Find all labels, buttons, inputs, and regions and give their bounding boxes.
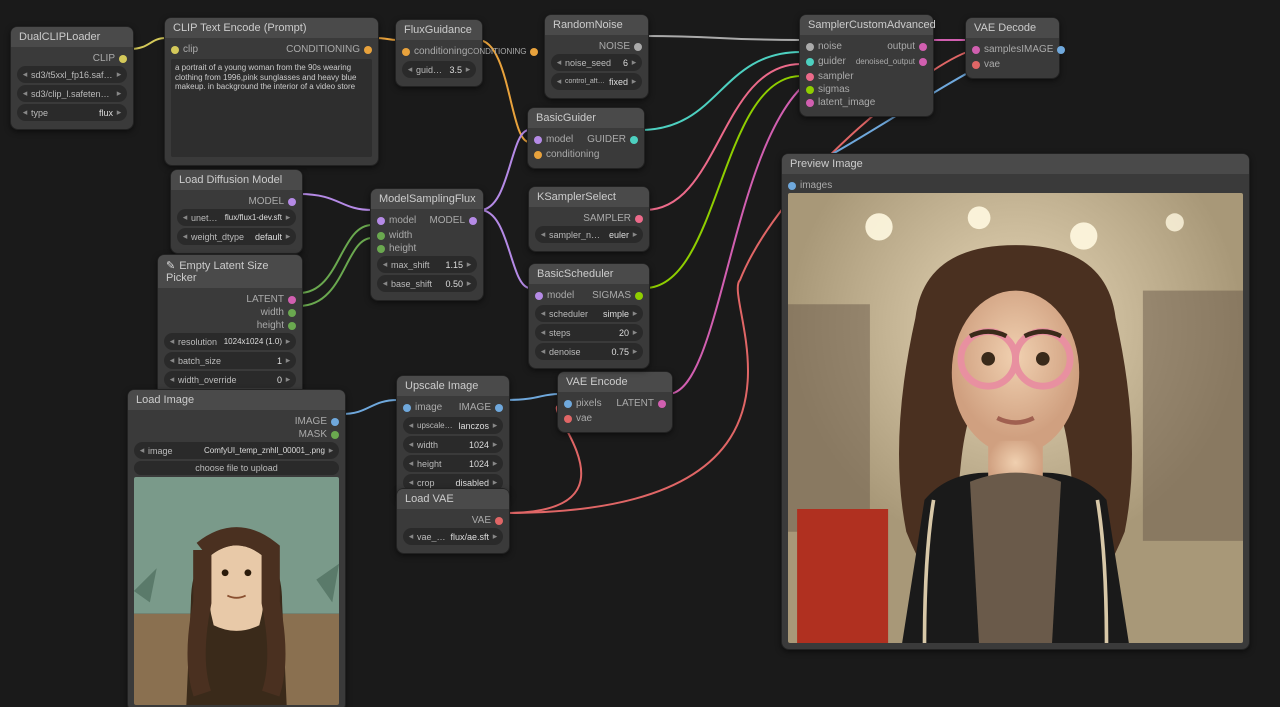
port-width[interactable]	[288, 309, 296, 317]
widget-seed[interactable]: ◂noise_seed6▸	[551, 54, 642, 71]
node-title: FluxGuidance	[396, 20, 482, 40]
port-image-in[interactable]	[403, 404, 411, 412]
widget-height[interactable]: ◂height1024▸	[403, 455, 503, 472]
port-sampler-out[interactable]	[635, 215, 643, 223]
port-latent-out[interactable]	[658, 400, 666, 408]
port-clip[interactable]	[119, 55, 127, 63]
node-basicguider[interactable]: BasicGuider model GUIDER conditioning	[527, 107, 645, 169]
node-title: CLIP Text Encode (Prompt)	[165, 18, 378, 38]
widget-method[interactable]: ◂upscale_methodlanczos▸	[403, 417, 503, 434]
node-preview-image[interactable]: Preview Image images	[781, 153, 1250, 650]
widget-width[interactable]: ◂width1024▸	[403, 436, 503, 453]
widget-guidance[interactable]: ◂guidance3.5▸	[402, 61, 476, 78]
node-title: ModelSamplingFlux	[371, 189, 483, 209]
node-title: Load Diffusion Model	[171, 170, 302, 190]
port-width-in[interactable]	[377, 232, 385, 240]
input-image-preview	[134, 477, 339, 705]
widget-unet[interactable]: ◂unet_nameflux/flux1-dev.sft▸	[177, 209, 296, 226]
widget-denoise[interactable]: ◂denoise0.75▸	[535, 343, 643, 360]
node-vae-encode[interactable]: VAE Encode pixels LATENT vae	[557, 371, 673, 433]
widget-vae[interactable]: ◂vae_nameflux/ae.sft▸	[403, 528, 503, 545]
node-load-vae[interactable]: Load VAE VAE ◂vae_nameflux/ae.sft▸	[396, 488, 510, 554]
node-title: Load VAE	[397, 489, 509, 509]
port-denoised[interactable]	[919, 58, 927, 66]
port-model-out[interactable]	[469, 217, 477, 225]
port-image-out[interactable]	[331, 418, 339, 426]
port-model-in[interactable]	[535, 292, 543, 300]
node-dualcliploader[interactable]: DualCLIPLoader CLIP ◂sd3/t5xxl_fp16.safe…	[10, 26, 134, 130]
widget-clip1[interactable]: ◂sd3/t5xxl_fp16.safetensors▸	[17, 66, 127, 83]
node-sampler-custom-advanced[interactable]: SamplerCustomAdvanced noise output guide…	[799, 14, 934, 117]
widget-type[interactable]: ◂typeflux▸	[17, 104, 127, 121]
widget-batch[interactable]: ◂batch_size1▸	[164, 352, 296, 369]
port-noise-in[interactable]	[806, 43, 814, 51]
port-image-out[interactable]	[1057, 46, 1065, 54]
port-model-in[interactable]	[534, 136, 542, 144]
output-image-preview	[788, 193, 1243, 643]
prompt-text[interactable]: a portrait of a young woman from the 90s…	[171, 59, 372, 157]
node-title: Load Image	[128, 390, 345, 410]
port-sampler-in[interactable]	[806, 73, 814, 81]
port-cond-in[interactable]	[402, 48, 410, 56]
port-guider-in[interactable]	[806, 58, 814, 66]
port-clip-in[interactable]	[171, 46, 179, 54]
node-title: Preview Image	[782, 154, 1249, 174]
widget-sampname[interactable]: ◂sampler_nameeuler▸	[535, 226, 643, 243]
node-title: ✎Empty Latent Size Picker	[158, 255, 302, 288]
node-title: BasicScheduler	[529, 264, 649, 284]
node-title: SamplerCustomAdvanced	[800, 15, 933, 35]
port-images-in[interactable]	[788, 182, 796, 190]
pencil-icon: ✎	[166, 260, 175, 272]
node-modelsamplingflux[interactable]: ModelSamplingFlux model MODEL width heig…	[370, 188, 484, 301]
port-vae-out[interactable]	[495, 517, 503, 525]
node-basicscheduler[interactable]: BasicScheduler model SIGMAS ◂schedulersi…	[528, 263, 650, 369]
node-load-image[interactable]: Load Image IMAGE MASK ◂imageComfyUI_temp…	[127, 389, 346, 707]
widget-ctrl[interactable]: ◂control_after_generatefixed▸	[551, 73, 642, 90]
port-image-out[interactable]	[495, 404, 503, 412]
port-cond-in[interactable]	[534, 151, 542, 159]
node-randomnoise[interactable]: RandomNoise NOISE ◂noise_seed6▸ ◂control…	[544, 14, 649, 99]
node-ksamplerselect[interactable]: KSamplerSelect SAMPLER ◂sampler_nameeule…	[528, 186, 650, 252]
node-title: Upscale Image	[397, 376, 509, 396]
node-title: VAE Encode	[558, 372, 672, 392]
port-latent-in[interactable]	[806, 99, 814, 107]
port-cond-out[interactable]	[530, 48, 538, 56]
port-model-out[interactable]	[288, 198, 296, 206]
port-sigmas-out[interactable]	[635, 292, 643, 300]
port-pixels-in[interactable]	[564, 400, 572, 408]
port-cond-out[interactable]	[364, 46, 372, 54]
node-title: BasicGuider	[528, 108, 644, 128]
node-title: RandomNoise	[545, 15, 648, 35]
port-guider-out[interactable]	[630, 136, 638, 144]
node-load-diffusion[interactable]: Load Diffusion Model MODEL ◂unet_nameflu…	[170, 169, 303, 254]
node-upscale-image[interactable]: Upscale Image image IMAGE ◂upscale_metho…	[396, 375, 510, 500]
port-height-in[interactable]	[377, 245, 385, 253]
node-vae-decode[interactable]: VAE Decode samples IMAGE vae	[965, 17, 1060, 79]
node-title: KSamplerSelect	[529, 187, 649, 207]
port-vae-in[interactable]	[564, 415, 572, 423]
port-vae-in[interactable]	[972, 61, 980, 69]
widget-res[interactable]: ◂resolution1024x1024 (1.0)▸	[164, 333, 296, 350]
port-mask-out[interactable]	[331, 431, 339, 439]
port-samples-in[interactable]	[972, 46, 980, 54]
port-height[interactable]	[288, 322, 296, 330]
node-clip-text-encode[interactable]: CLIP Text Encode (Prompt) clip CONDITION…	[164, 17, 379, 166]
widget-sched[interactable]: ◂schedulersimple▸	[535, 305, 643, 322]
port-output[interactable]	[919, 43, 927, 51]
widget-baseshift[interactable]: ◂base_shift0.50▸	[377, 275, 477, 292]
port-model-in[interactable]	[377, 217, 385, 225]
port-latent[interactable]	[288, 296, 296, 304]
widget-maxshift[interactable]: ◂max_shift1.15▸	[377, 256, 477, 273]
node-fluxguidance[interactable]: FluxGuidance conditioning CONDITIONING ◂…	[395, 19, 483, 87]
widget-clip2[interactable]: ◂sd3/clip_l.safetensors▸	[17, 85, 127, 102]
widget-dtype[interactable]: ◂weight_dtypedefault▸	[177, 228, 296, 245]
port-sigmas-in[interactable]	[806, 86, 814, 94]
widget-image[interactable]: ◂imageComfyUI_temp_znhll_00001_.png▸	[134, 442, 339, 459]
widget-steps[interactable]: ◂steps20▸	[535, 324, 643, 341]
node-title: DualCLIPLoader	[11, 27, 133, 47]
upload-button[interactable]: choose file to upload	[134, 461, 339, 475]
widget-wover[interactable]: ◂width_override0▸	[164, 371, 296, 388]
port-noise-out[interactable]	[634, 43, 642, 51]
node-title: VAE Decode	[966, 18, 1059, 38]
